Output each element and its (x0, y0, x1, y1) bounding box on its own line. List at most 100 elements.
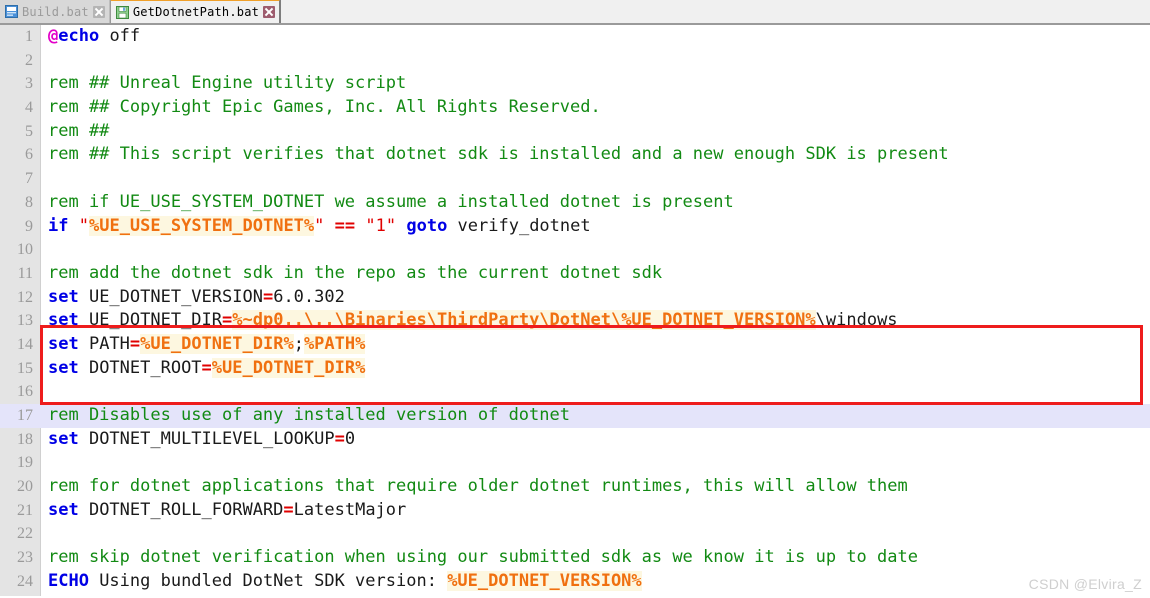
code-token: goto (48, 595, 89, 597)
line-number: 17 (0, 404, 33, 428)
code-token: = (222, 310, 233, 331)
code-line[interactable]: 1 @echo off (0, 25, 1150, 49)
code-token: " (78, 215, 89, 236)
code-token: rem ## This script verifies that dotnet … (48, 144, 949, 165)
line-number: 19 (17, 454, 33, 472)
line-number: 10 (17, 241, 33, 259)
code-text[interactable]: rem ## Copyright Epic Games, Inc. All Ri… (48, 96, 601, 120)
line-number: 15 (17, 359, 33, 377)
line-number: 2 (25, 51, 33, 69)
code-token: set (48, 499, 79, 520)
code-text[interactable]: rem for dotnet applications that require… (48, 475, 908, 499)
line-number: 18 (17, 430, 33, 448)
code-line[interactable]: 6 rem ## This script verifies that dotnet… (0, 143, 1150, 167)
code-line[interactable]: 24 ECHO Using bundled DotNet SDK version:… (0, 570, 1150, 594)
code-token: %UE_DOTNET_DIR% (140, 333, 294, 354)
code-line[interactable]: 5 rem ## (0, 120, 1150, 144)
code-token: off (99, 26, 141, 46)
close-icon[interactable] (263, 6, 276, 18)
code-text[interactable]: if "%UE_USE_SYSTEM_DOTNET%" == "1" goto … (48, 215, 591, 239)
code-line[interactable]: 12 set UE_DOTNET_VERSION=6.0.302 (0, 286, 1150, 310)
code-token: %UE_USE_SYSTEM_DOTNET% (88, 215, 315, 236)
tab-bar: Build.bat GetDotnetPath.bat (0, 0, 1150, 25)
code-text[interactable]: goto Succeeded (48, 594, 191, 597)
code-line[interactable]: 2 (0, 49, 1150, 73)
code-line[interactable]: 15 set DOTNET_ROOT=%UE_DOTNET_DIR% (0, 357, 1150, 381)
code-token: Succeeded (89, 595, 191, 597)
code-line[interactable]: 17 rem Disables use of any installed vers… (0, 404, 1150, 428)
code-token: = (201, 357, 212, 378)
code-text[interactable]: ECHO Using bundled DotNet SDK version: %… (48, 570, 642, 594)
code-token: echo (58, 26, 100, 46)
code-text[interactable]: rem skip dotnet verification when using … (48, 546, 918, 570)
line-number: 5 (25, 122, 33, 140)
code-text[interactable]: set PATH=%UE_DOTNET_DIR%;%PATH% (48, 333, 366, 357)
line-number: 22 (17, 525, 33, 543)
code-token: LatestMajor (293, 499, 407, 520)
code-text[interactable]: rem if UE_USE_SYSTEM_DOTNET we assume a … (48, 191, 734, 215)
code-token: PATH (78, 333, 130, 354)
tab-label: GetDotnetPath.bat (132, 5, 260, 19)
code-line[interactable]: 22 (0, 522, 1150, 546)
code-token: ; (293, 333, 304, 354)
code-token: rem if UE_USE_SYSTEM_DOTNET we assume a … (48, 191, 734, 212)
code-token: rem ## Copyright Epic Games, Inc. All Ri… (48, 97, 601, 118)
code-token: set (48, 333, 79, 354)
code-text[interactable]: rem Disables use of any installed versio… (0, 404, 1150, 428)
code-lines[interactable]: 1 @echo off 2 3 rem ## Unreal Engine utility… (0, 25, 1150, 596)
code-line[interactable]: 23 rem skip dotnet verification when usin… (0, 546, 1150, 570)
code-text[interactable]: set DOTNET_ROLL_FORWARD=LatestMajor (48, 499, 406, 523)
code-token: DOTNET_ROLL_FORWARD (78, 499, 284, 520)
code-text[interactable]: set DOTNET_MULTILEVEL_LOOKUP=0 (48, 428, 355, 452)
code-line[interactable]: 13 set UE_DOTNET_DIR=%~dp0..\..\Binaries\… (0, 309, 1150, 333)
code-line[interactable]: 25 goto Succeeded (0, 594, 1150, 597)
code-line[interactable]: 3 rem ## Unreal Engine utility script (0, 72, 1150, 96)
code-text[interactable]: rem ## Unreal Engine utility script (48, 72, 406, 96)
code-line[interactable]: 18 set DOTNET_MULTILEVEL_LOOKUP=0 (0, 428, 1150, 452)
line-number: 13 (17, 312, 33, 330)
code-token: set (48, 357, 79, 378)
close-icon[interactable] (92, 5, 105, 18)
code-token: = (283, 499, 294, 520)
code-line[interactable]: 16 (0, 380, 1150, 404)
code-text[interactable]: rem ## (48, 120, 109, 144)
code-token: %UE_DOTNET_DIR% (211, 357, 366, 378)
code-token: %UE_DOTNET_VERSION% (447, 570, 642, 591)
code-text[interactable]: set UE_DOTNET_VERSION=6.0.302 (48, 286, 345, 310)
code-line[interactable]: 8 rem if UE_USE_SYSTEM_DOTNET we assume a… (0, 191, 1150, 215)
code-line[interactable]: 19 (0, 451, 1150, 475)
tab-build-bat[interactable]: Build.bat (0, 0, 110, 23)
code-token: rem ## Unreal Engine utility script (48, 73, 407, 94)
code-token: @ (48, 26, 59, 46)
code-token: set (48, 286, 79, 307)
line-number: 14 (17, 335, 33, 353)
code-token: "1" (365, 215, 397, 236)
code-token: %PATH% (303, 333, 366, 354)
code-line[interactable]: 9 if "%UE_USE_SYSTEM_DOTNET%" == "1" goto… (0, 215, 1150, 239)
tab-getdotnetpath-bat[interactable]: GetDotnetPath.bat (109, 0, 282, 23)
save-disk-icon (115, 5, 129, 19)
code-line[interactable]: 4 rem ## Copyright Epic Games, Inc. All R… (0, 96, 1150, 120)
code-token: ECHO (48, 570, 89, 591)
watermark: CSDN @Elvira_Z (1028, 576, 1142, 592)
code-text[interactable]: rem add the dotnet sdk in the repo as th… (48, 262, 662, 286)
code-text[interactable]: rem ## This script verifies that dotnet … (48, 143, 949, 167)
code-line[interactable]: 21 set DOTNET_ROLL_FORWARD=LatestMajor (0, 499, 1150, 523)
code-token: rem add the dotnet sdk in the repo as th… (48, 262, 663, 283)
code-token: set (48, 310, 79, 331)
line-number: 1 (25, 28, 33, 45)
code-line[interactable]: 10 (0, 238, 1150, 262)
code-text[interactable]: set UE_DOTNET_DIR=%~dp0..\..\Binaries\Th… (48, 309, 898, 333)
code-text[interactable]: set DOTNET_ROOT=%UE_DOTNET_DIR% (48, 357, 366, 381)
code-line[interactable]: 20 rem for dotnet applications that requi… (0, 475, 1150, 499)
code-line[interactable]: 11 rem add the dotnet sdk in the repo as … (0, 262, 1150, 286)
code-editor[interactable]: 1 @echo off 2 3 rem ## Unreal Engine utility… (0, 25, 1150, 596)
code-line[interactable]: 7 (0, 167, 1150, 191)
line-number: 12 (17, 288, 33, 306)
code-token: rem ## (48, 120, 110, 141)
code-text[interactable]: @echo off (48, 25, 140, 49)
code-token: if (48, 215, 69, 236)
code-line[interactable]: 14 set PATH=%UE_DOTNET_DIR%;%PATH% (0, 333, 1150, 357)
